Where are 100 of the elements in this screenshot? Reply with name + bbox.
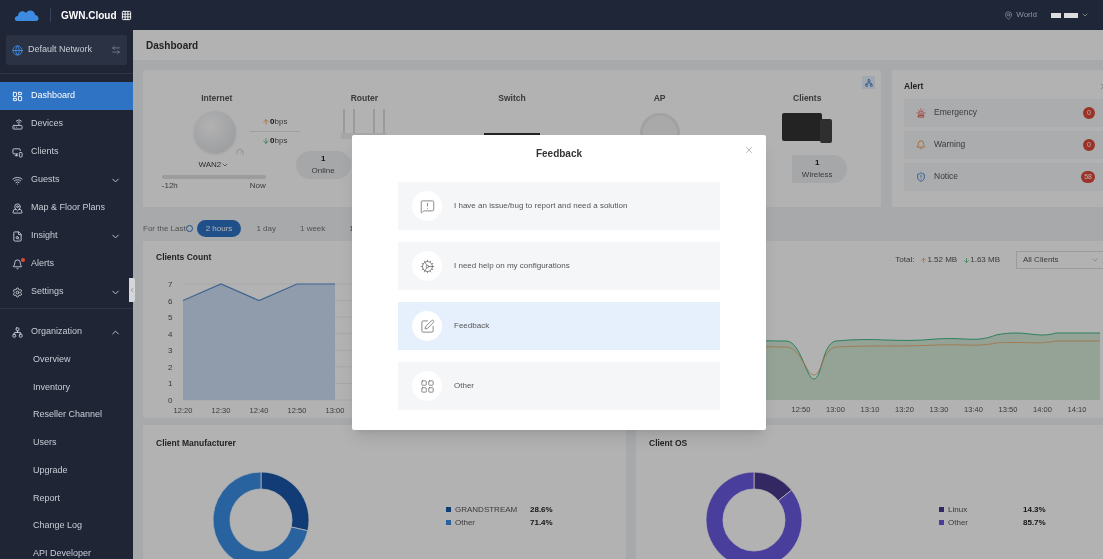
y-tick-label: 6 xyxy=(168,296,173,306)
bell-icon xyxy=(12,258,23,270)
feedback-option[interactable]: Feedback xyxy=(398,302,720,350)
legend-label: Linux xyxy=(948,503,969,516)
sidebar-item[interactable]: Insight xyxy=(0,222,133,250)
wireless-count: 1 Wireless xyxy=(791,154,847,183)
sidebar-subitem[interactable]: Overview xyxy=(0,346,133,374)
sidebar-item[interactable]: Clients xyxy=(0,138,133,166)
timeline-end: Now xyxy=(249,179,266,192)
sidebar-subitem[interactable]: Change Log xyxy=(0,512,133,540)
range-tab[interactable]: 1 day xyxy=(247,220,285,237)
dialog-title: Feedback xyxy=(535,147,583,161)
speed-test-icon xyxy=(235,147,244,156)
legend-value: 28.6% xyxy=(530,503,553,516)
monitor-icon xyxy=(12,146,23,158)
alert-bubble-icon xyxy=(419,198,435,214)
up-arrow-icon xyxy=(920,256,928,264)
alert-title: Alert xyxy=(904,80,924,93)
clients-dropdown[interactable]: All Clients xyxy=(1016,251,1103,269)
collapse-sidebar-button[interactable] xyxy=(129,278,135,302)
sidebar-item[interactable]: Map & Floor Plans xyxy=(0,194,133,222)
sidebar-item[interactable]: Organization xyxy=(0,318,133,346)
shield-icon xyxy=(916,171,926,182)
sidebar-item[interactable]: Guests xyxy=(0,166,133,194)
router-icon xyxy=(12,118,23,130)
grid-icon xyxy=(419,378,435,394)
card-title: Client OS xyxy=(649,436,689,450)
legend-swatch xyxy=(939,507,944,512)
location-icon xyxy=(1004,10,1014,20)
apps-grid-icon[interactable] xyxy=(120,9,132,21)
sidebar-subitem[interactable]: Upgrade xyxy=(0,456,133,485)
sidebar-subitem[interactable]: Inventory xyxy=(0,373,133,402)
column-title: Clients xyxy=(793,92,822,105)
range-label: For the Last xyxy=(143,222,186,235)
legend-swatch xyxy=(446,507,451,512)
sidebar-subitem[interactable]: API Developer xyxy=(0,539,133,559)
edit-note-icon xyxy=(419,318,435,334)
y-tick-label: 0 xyxy=(168,395,173,405)
region-label[interactable]: World xyxy=(1016,9,1037,21)
settings-icon xyxy=(12,286,23,298)
legend-label: GRANDSTREAM xyxy=(455,503,519,516)
page-title: Dashboard xyxy=(146,38,199,53)
download-rate: 0bps xyxy=(262,135,288,148)
y-tick-label: 3 xyxy=(168,346,173,356)
online-count: 1 Online xyxy=(295,150,351,179)
map-pin-icon xyxy=(12,202,23,214)
cloud-logo-icon xyxy=(14,8,40,22)
feedback-option[interactable]: I have an issue/bug to report and need a solution xyxy=(398,182,720,230)
up-arrow-icon xyxy=(262,118,271,127)
legend-label: Other xyxy=(948,516,969,529)
globe-icon xyxy=(12,44,23,56)
account-menu[interactable] xyxy=(1051,11,1089,19)
y-tick-label: 5 xyxy=(168,312,173,322)
wan-dropdown[interactable]: WAN2 xyxy=(198,158,230,171)
down-arrow-icon xyxy=(262,137,271,146)
chevron-left-icon xyxy=(129,287,135,293)
legend-swatch xyxy=(446,520,451,525)
close-button[interactable] xyxy=(744,145,754,155)
hierarchy-icon xyxy=(12,326,23,338)
column-title: Internet xyxy=(201,92,233,105)
feedback-option[interactable]: Other xyxy=(398,362,720,410)
sidebar-item[interactable]: Dashboard xyxy=(0,82,133,110)
sidebar-subitem[interactable]: Users xyxy=(0,429,133,457)
total-label: Total: xyxy=(895,254,915,266)
upload-total: 1.52 MB xyxy=(920,254,958,266)
chevron-down-icon xyxy=(1081,11,1089,19)
column-title: Router xyxy=(350,92,379,105)
sidebar-subitem[interactable]: Report xyxy=(0,484,133,513)
download-total: 1.63 MB xyxy=(963,254,1000,266)
y-tick-label: 2 xyxy=(168,362,173,372)
sidebar-item[interactable]: Alerts xyxy=(0,250,133,278)
y-tick-label: 7 xyxy=(168,279,173,289)
close-icon xyxy=(744,145,754,155)
range-tab[interactable]: 1 xyxy=(340,220,363,237)
globe-drawing xyxy=(193,110,236,153)
legend-value: 85.7% xyxy=(1023,516,1046,529)
brand-name: GWN.Cloud xyxy=(61,8,117,23)
y-tick-label: 1 xyxy=(168,379,173,389)
column-title: AP xyxy=(653,92,666,105)
chart-title: Clients Count xyxy=(156,251,213,264)
network-selector[interactable]: Default Network xyxy=(6,35,127,65)
settings-icon xyxy=(419,258,435,274)
y-tick-label: 4 xyxy=(168,329,173,339)
dashboard-icon xyxy=(12,90,23,102)
legend-swatch xyxy=(939,520,944,525)
hierarchy-icon xyxy=(864,78,873,87)
sidebar-item[interactable]: Settings xyxy=(0,278,133,306)
down-arrow-icon xyxy=(963,256,971,264)
upload-rate: 0bps xyxy=(262,116,288,129)
document-search-icon xyxy=(12,230,23,242)
feedback-option[interactable]: I need help on my configurations xyxy=(398,242,720,290)
range-tab[interactable]: 1 week xyxy=(290,220,335,237)
legend-value: 71.4% xyxy=(530,516,553,529)
legend-label: Other xyxy=(455,516,476,529)
legend-value: 14.3% xyxy=(1023,503,1046,516)
sidebar-item[interactable]: Devices xyxy=(0,110,133,138)
topology-button[interactable] xyxy=(862,76,875,89)
column-title: Switch xyxy=(498,92,526,105)
sidebar-subitem[interactable]: Reseller Channel xyxy=(0,401,133,430)
range-tab[interactable]: 2 hours xyxy=(196,220,242,237)
